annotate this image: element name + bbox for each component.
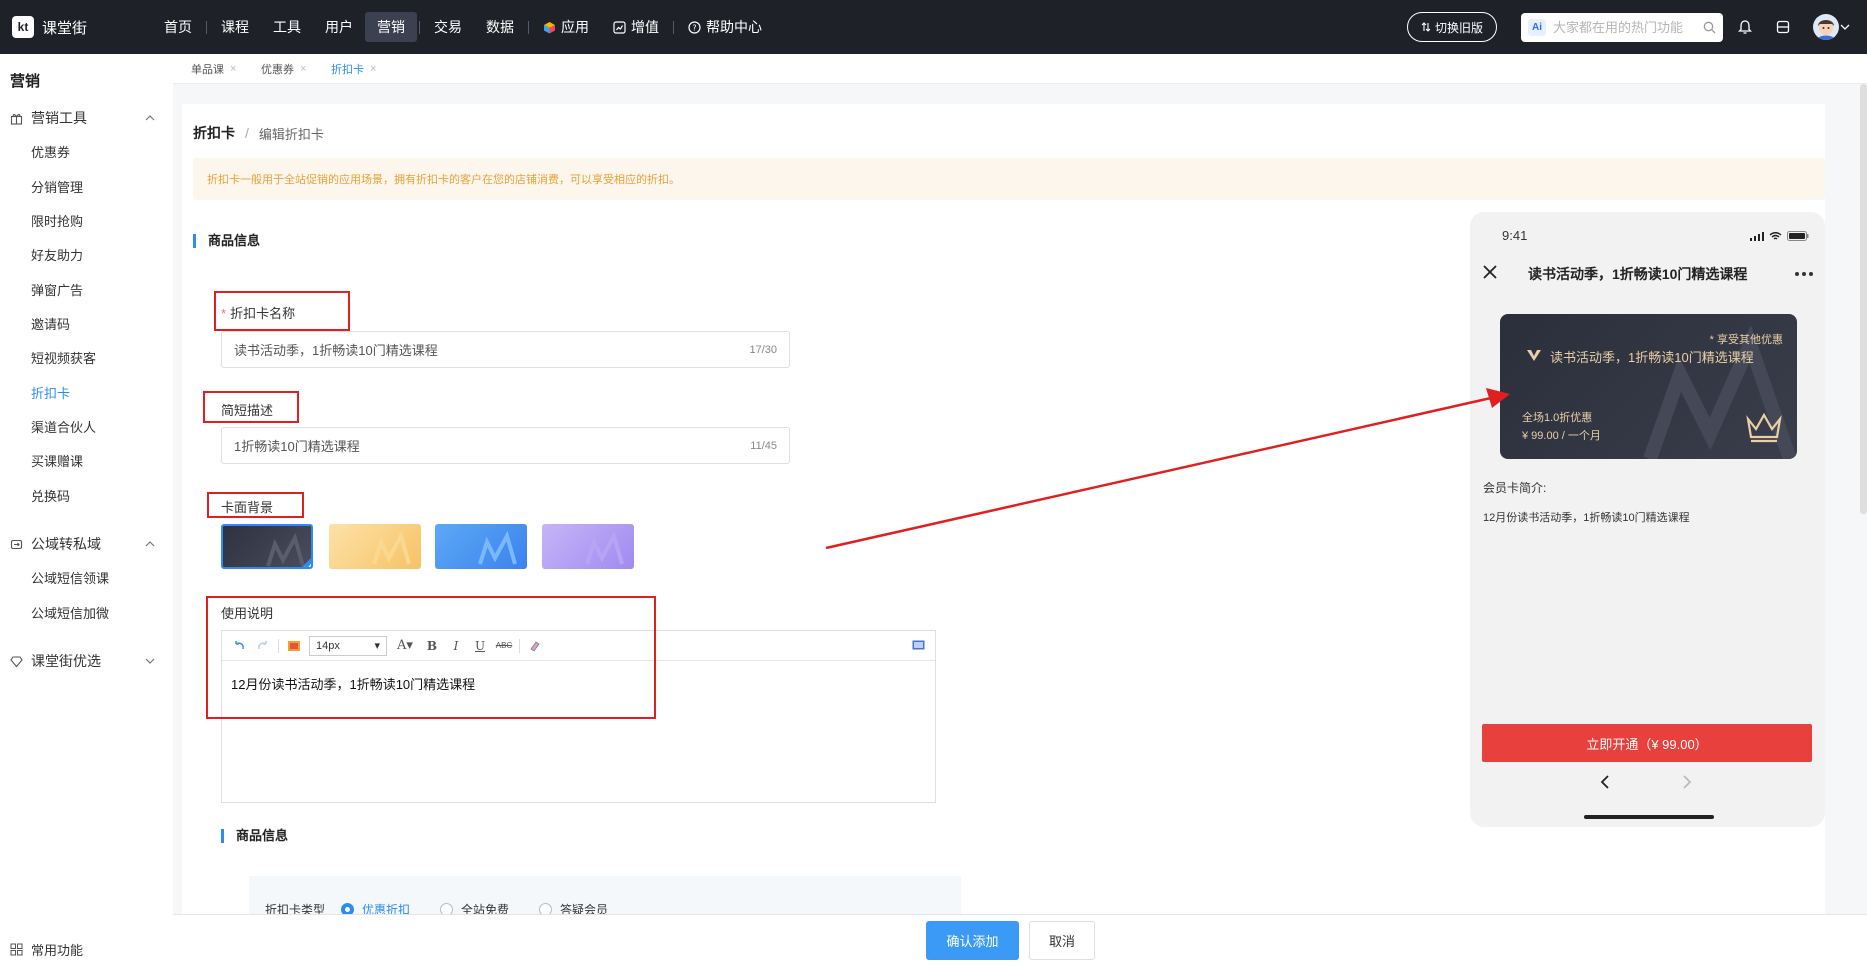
annotation-arrow xyxy=(825,388,1510,550)
scrollbar[interactable] xyxy=(1860,84,1867,514)
